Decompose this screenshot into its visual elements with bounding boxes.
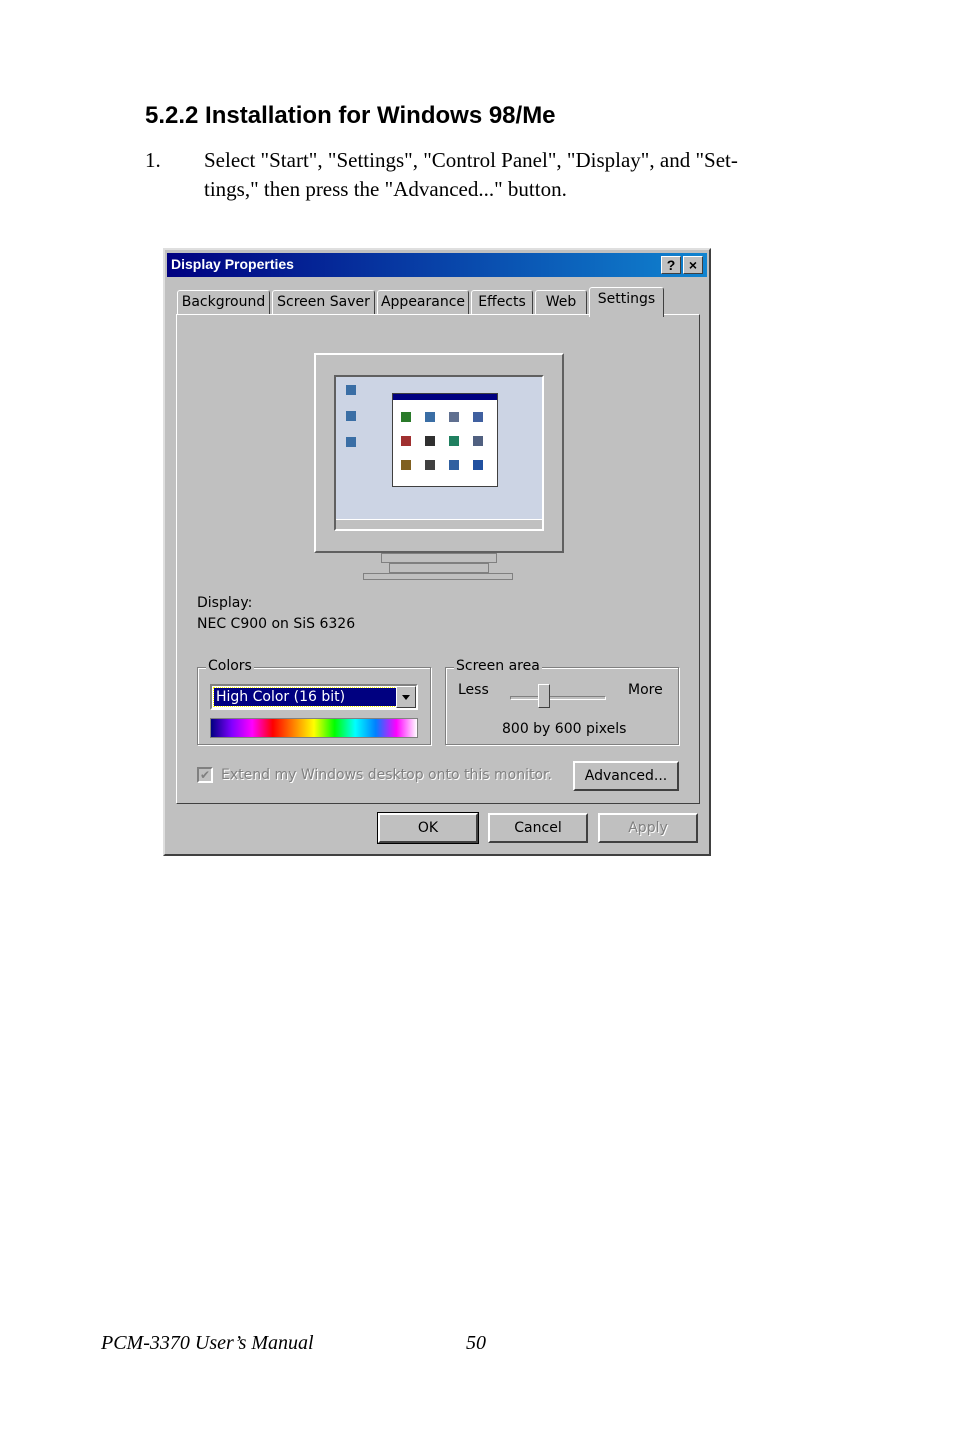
- resolution-slider-thumb[interactable]: [538, 684, 550, 708]
- tab-web[interactable]: Web: [535, 290, 587, 314]
- resolution-value: 800 by 600 pixels: [502, 721, 627, 737]
- ok-button[interactable]: OK: [377, 812, 479, 844]
- settings-panel: Display: NEC C900 on SiS 6326 Colors Hig…: [176, 314, 700, 804]
- tab-screen-saver[interactable]: Screen Saver: [272, 290, 375, 314]
- colors-select-value: High Color (16 bit): [213, 687, 397, 707]
- desktop-icon: [346, 385, 356, 395]
- more-label: More: [628, 682, 663, 698]
- screen-area-label: Screen area: [454, 658, 542, 674]
- tab-settings[interactable]: Settings: [589, 287, 664, 317]
- preview-icon: [401, 460, 411, 470]
- step-text: Select "Start", "Settings", "Control Pan…: [204, 146, 824, 204]
- tab-effects[interactable]: Effects: [471, 290, 533, 314]
- monitor-stand-neck: [381, 553, 497, 563]
- dropdown-button[interactable]: [396, 686, 416, 708]
- extend-desktop-checkbox[interactable]: ✔: [197, 767, 213, 783]
- preview-icon: [425, 436, 435, 446]
- preview-icon: [473, 436, 483, 446]
- footer-manual-title: PCM-3370 User’s Manual: [101, 1332, 314, 1354]
- monitor-preview: [314, 353, 564, 553]
- footer-page-number: 50: [466, 1332, 486, 1354]
- preview-window: [392, 393, 498, 487]
- less-label: Less: [458, 682, 489, 698]
- preview-icon: [425, 460, 435, 470]
- preview-icon: [449, 460, 459, 470]
- preview-icon: [401, 436, 411, 446]
- desktop-icon: [346, 437, 356, 447]
- tab-background[interactable]: Background: [177, 290, 270, 314]
- section-heading: 5.2.2 Installation for Windows 98/Me: [145, 102, 556, 129]
- step-text-line-2: tings," then press the "Advanced..." but…: [204, 177, 567, 201]
- preview-icon: [473, 412, 483, 422]
- colors-select[interactable]: High Color (16 bit): [210, 684, 418, 710]
- step-number: 1.: [145, 148, 161, 172]
- preview-icon: [425, 412, 435, 422]
- display-label: Display:: [197, 595, 253, 611]
- preview-icon: [449, 436, 459, 446]
- colors-group: Colors High Color (16 bit): [197, 658, 431, 745]
- resolution-slider-track[interactable]: [510, 696, 606, 700]
- close-button[interactable]: ×: [683, 256, 703, 274]
- display-value: NEC C900 on SiS 6326: [197, 616, 356, 632]
- apply-button[interactable]: Apply: [598, 813, 698, 843]
- display-properties-dialog: Display Properties ? × Background Screen…: [163, 248, 711, 856]
- monitor-stand: [389, 563, 489, 573]
- color-spectrum: [210, 718, 418, 738]
- monitor-base: [363, 573, 513, 580]
- preview-icon: [449, 412, 459, 422]
- colors-label: Colors: [206, 658, 254, 674]
- preview-window-title: [393, 394, 497, 400]
- dialog-title: Display Properties: [171, 256, 294, 272]
- screen-area-group: Screen area Less More 800 by 600 pixels: [445, 658, 679, 745]
- preview-icon: [473, 460, 483, 470]
- preview-icon: [401, 412, 411, 422]
- advanced-button[interactable]: Advanced...: [573, 761, 679, 791]
- tab-appearance[interactable]: Appearance: [377, 290, 469, 314]
- help-button[interactable]: ?: [661, 256, 681, 274]
- cancel-button[interactable]: Cancel: [488, 813, 588, 843]
- title-bar: Display Properties ? ×: [167, 253, 707, 277]
- desktop-icon: [346, 411, 356, 421]
- monitor-screen: [334, 375, 544, 531]
- chevron-down-icon: [402, 695, 410, 700]
- extend-desktop-label: Extend my Windows desktop onto this moni…: [221, 767, 552, 783]
- preview-taskbar: [336, 519, 542, 529]
- step-text-line-1: Select "Start", "Settings", "Control Pan…: [204, 148, 738, 172]
